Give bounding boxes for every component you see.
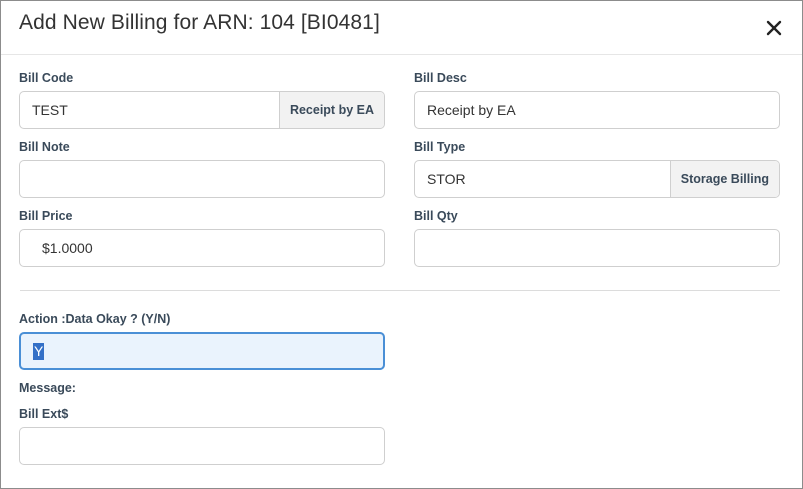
- action-value: Y: [33, 343, 45, 360]
- message-label: Message:: [19, 381, 76, 395]
- bill-code-value: TEST: [32, 102, 68, 118]
- bill-type-addon: Storage Billing: [669, 161, 779, 197]
- bill-price-value: $1.0000: [42, 240, 93, 256]
- bill-qty-field[interactable]: [414, 229, 780, 267]
- bill-type-label: Bill Type: [414, 140, 466, 154]
- dialog-header: Add New Billing for ARN: 104 [BI0481]: [1, 1, 802, 55]
- bill-code-field[interactable]: TEST Receipt by EA: [19, 91, 385, 129]
- bill-ext-label: Bill Ext$: [19, 407, 69, 421]
- bill-desc-value: Receipt by EA: [427, 102, 516, 118]
- bill-note-label: Bill Note: [19, 140, 70, 154]
- bill-type-value: STOR: [427, 171, 466, 187]
- bill-note-field[interactable]: [19, 160, 385, 198]
- bill-qty-label: Bill Qty: [414, 209, 458, 223]
- add-billing-dialog: Add New Billing for ARN: 104 [BI0481] Bi…: [0, 0, 803, 489]
- bill-code-addon: Receipt by EA: [278, 92, 384, 128]
- bill-desc-field[interactable]: Receipt by EA: [414, 91, 780, 129]
- section-divider: [20, 290, 780, 291]
- dialog-title: Add New Billing for ARN: 104 [BI0481]: [19, 11, 380, 34]
- action-input[interactable]: Y: [19, 332, 385, 370]
- bill-type-field[interactable]: STOR Storage Billing: [414, 160, 780, 198]
- bill-desc-label: Bill Desc: [414, 71, 467, 85]
- close-icon[interactable]: [761, 15, 787, 41]
- bill-code-label: Bill Code: [19, 71, 74, 85]
- bill-ext-field[interactable]: [19, 427, 385, 465]
- action-label: Action :Data Okay ? (Y/N): [19, 312, 171, 326]
- bill-price-label: Bill Price: [19, 209, 73, 223]
- bill-price-field[interactable]: $1.0000: [19, 229, 385, 267]
